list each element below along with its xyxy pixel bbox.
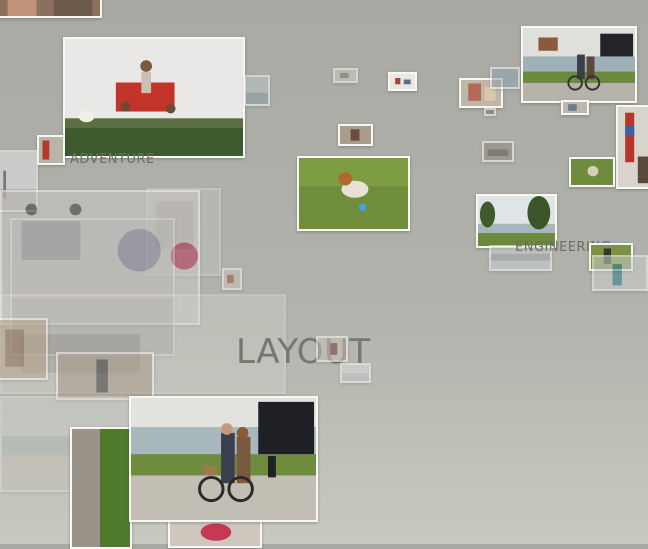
photo-bike-couple[interactable] <box>129 396 318 522</box>
photo-bottom-left-vertical[interactable] <box>70 427 132 549</box>
photo-tile-small-4[interactable] <box>338 124 373 146</box>
photo-tile-small-9[interactable] <box>482 141 514 162</box>
label-adventure[interactable]: ADVENTURE <box>70 152 155 167</box>
photo-tile-left-1[interactable] <box>37 135 65 165</box>
photo-bike-couple-small[interactable] <box>521 26 637 103</box>
photo-tile-mid-left[interactable] <box>56 352 154 400</box>
photo-tile-small-1[interactable] <box>244 75 270 106</box>
photo-tile-topleft[interactable] <box>0 0 102 18</box>
photo-family-jump[interactable] <box>63 37 245 158</box>
photo-tile-left-3[interactable] <box>0 318 48 380</box>
photo-tile-right-tall[interactable] <box>616 105 648 189</box>
photo-tile-small-3[interactable] <box>388 72 417 91</box>
photo-tile-small-8[interactable] <box>561 100 589 115</box>
photo-dog[interactable] <box>297 156 410 231</box>
photo-tile-small-7[interactable] <box>484 108 496 116</box>
photo-tile-small-15[interactable] <box>340 363 371 383</box>
photo-tile-small-6[interactable] <box>490 67 520 89</box>
photo-tile-small-12[interactable] <box>592 255 648 291</box>
photo-tile-small-10[interactable] <box>569 157 615 187</box>
photo-tile-small-14[interactable] <box>316 336 348 362</box>
photo-tile-small-2[interactable] <box>333 68 358 83</box>
photo-tile-small-13[interactable] <box>222 268 242 290</box>
